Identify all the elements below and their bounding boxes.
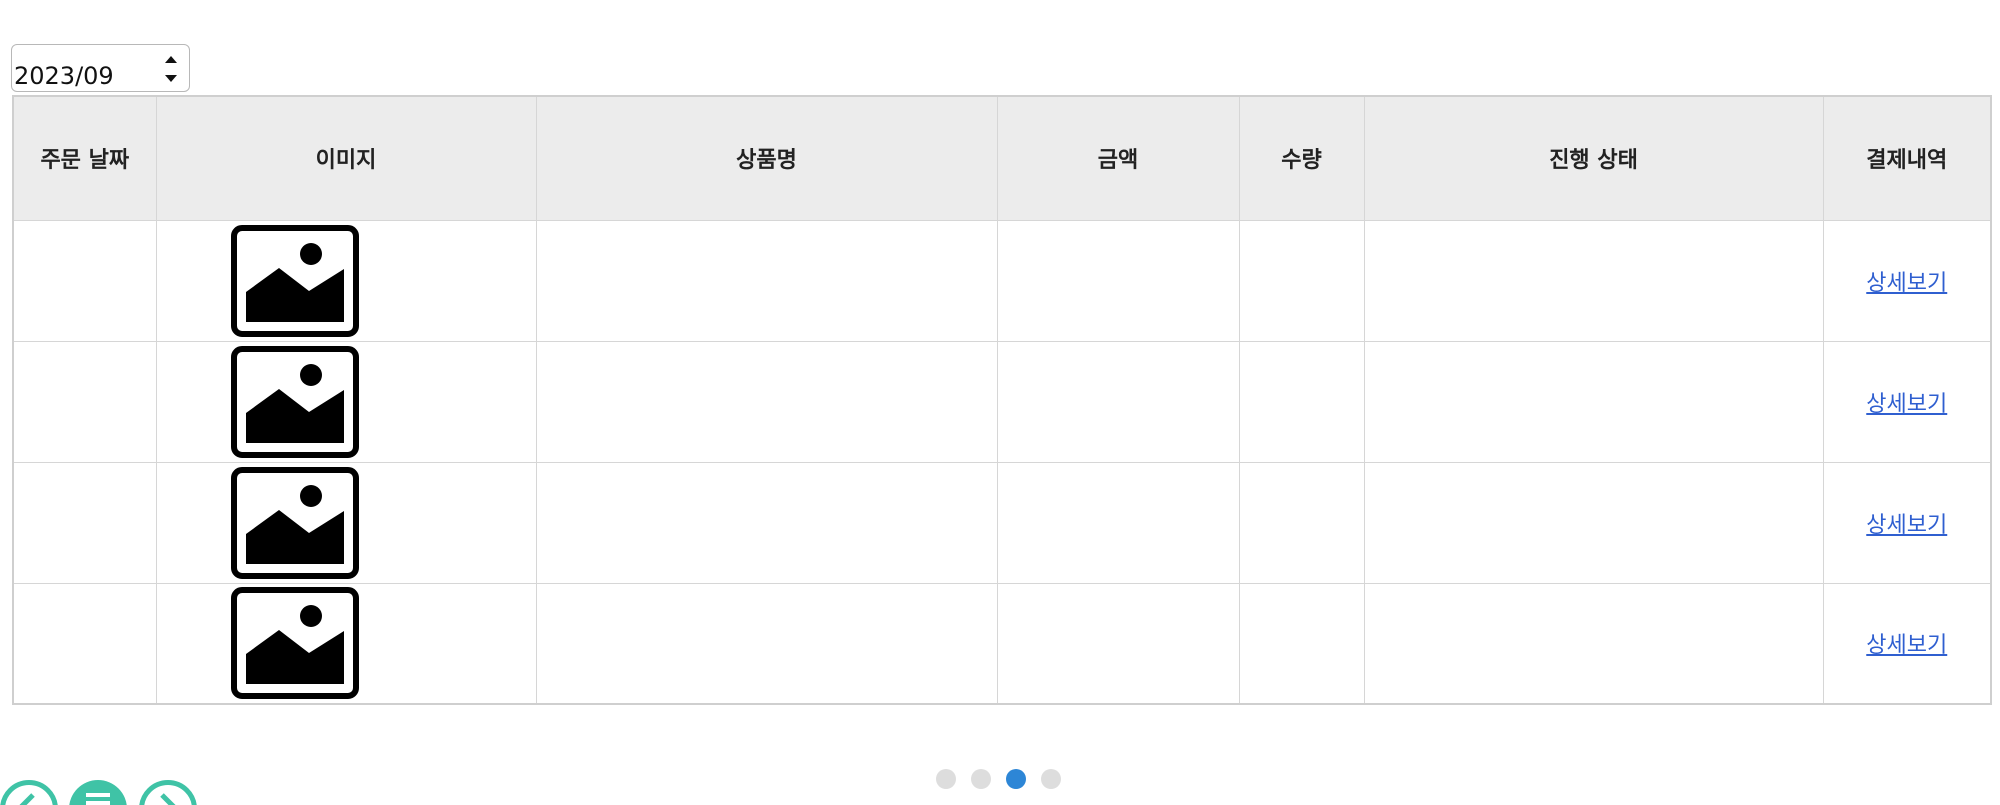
payment-detail-cell: 상세보기 (1822, 461, 1992, 584)
order-date-cell (12, 582, 157, 705)
payment-detail-cell: 상세보기 (1822, 340, 1992, 463)
header-amount: 금액 (996, 95, 1240, 221)
order-history-table: 주문 날짜 이미지 상품명 금액 수량 진행 상태 결제내역 상세보기 상세보기… (12, 95, 1992, 705)
table-header-row: 주문 날짜 이미지 상품명 금액 수량 진행 상태 결제내역 (12, 95, 1992, 221)
arrow-left-circle-icon (19, 793, 35, 805)
menu-circle-icon (86, 793, 110, 805)
product-name-cell (535, 461, 998, 584)
order-date-cell (12, 219, 157, 342)
amount-cell (996, 582, 1240, 705)
menu-button[interactable] (69, 780, 127, 805)
image-cell (155, 582, 537, 705)
image-cell (155, 219, 537, 342)
month-spinner[interactable] (163, 52, 179, 86)
month-value: 2023/09 (14, 62, 114, 90)
quantity-cell (1238, 461, 1365, 584)
table-row: 상세보기 (12, 219, 1992, 342)
status-cell (1363, 582, 1824, 705)
prev-button[interactable] (0, 780, 58, 805)
status-cell (1363, 461, 1824, 584)
page-dot[interactable] (936, 769, 956, 789)
quantity-cell (1238, 219, 1365, 342)
header-product-name: 상품명 (535, 95, 998, 221)
view-detail-link[interactable]: 상세보기 (1866, 513, 1947, 538)
quantity-cell (1238, 582, 1365, 705)
image-placeholder-icon (230, 587, 359, 700)
order-date-cell (12, 340, 157, 463)
page-dot-active[interactable] (1006, 769, 1026, 789)
arrow-right-circle-icon (160, 793, 176, 805)
product-name-cell (535, 340, 998, 463)
product-name-cell (535, 219, 998, 342)
view-detail-link[interactable]: 상세보기 (1866, 271, 1947, 296)
image-placeholder-icon (230, 466, 359, 579)
view-detail-link[interactable]: 상세보기 (1866, 633, 1947, 658)
header-quantity: 수량 (1238, 95, 1365, 221)
pagination-dots (936, 769, 1061, 789)
spinner-arrows-icon (165, 56, 177, 82)
page-dot[interactable] (971, 769, 991, 789)
amount-cell (996, 219, 1240, 342)
header-status: 진행 상태 (1363, 95, 1824, 221)
image-cell (155, 340, 537, 463)
product-name-cell (535, 582, 998, 705)
header-order-date: 주문 날짜 (12, 95, 157, 221)
header-payment-detail: 결제내역 (1822, 95, 1992, 221)
image-cell (155, 461, 537, 584)
payment-detail-cell: 상세보기 (1822, 582, 1992, 705)
quantity-cell (1238, 340, 1365, 463)
order-date-cell (12, 461, 157, 584)
month-picker-input[interactable]: 2023/09 (11, 44, 190, 92)
header-image: 이미지 (155, 95, 537, 221)
amount-cell (996, 340, 1240, 463)
page-dot[interactable] (1041, 769, 1061, 789)
amount-cell (996, 461, 1240, 584)
image-placeholder-icon (230, 224, 359, 337)
table-row: 상세보기 (12, 340, 1992, 463)
payment-detail-cell: 상세보기 (1822, 219, 1992, 342)
image-placeholder-icon (230, 345, 359, 458)
status-cell (1363, 340, 1824, 463)
view-detail-link[interactable]: 상세보기 (1866, 392, 1947, 417)
status-cell (1363, 219, 1824, 342)
nav-button-group (0, 780, 210, 805)
next-button[interactable] (139, 780, 197, 805)
table-row: 상세보기 (12, 582, 1992, 705)
table-row: 상세보기 (12, 461, 1992, 584)
